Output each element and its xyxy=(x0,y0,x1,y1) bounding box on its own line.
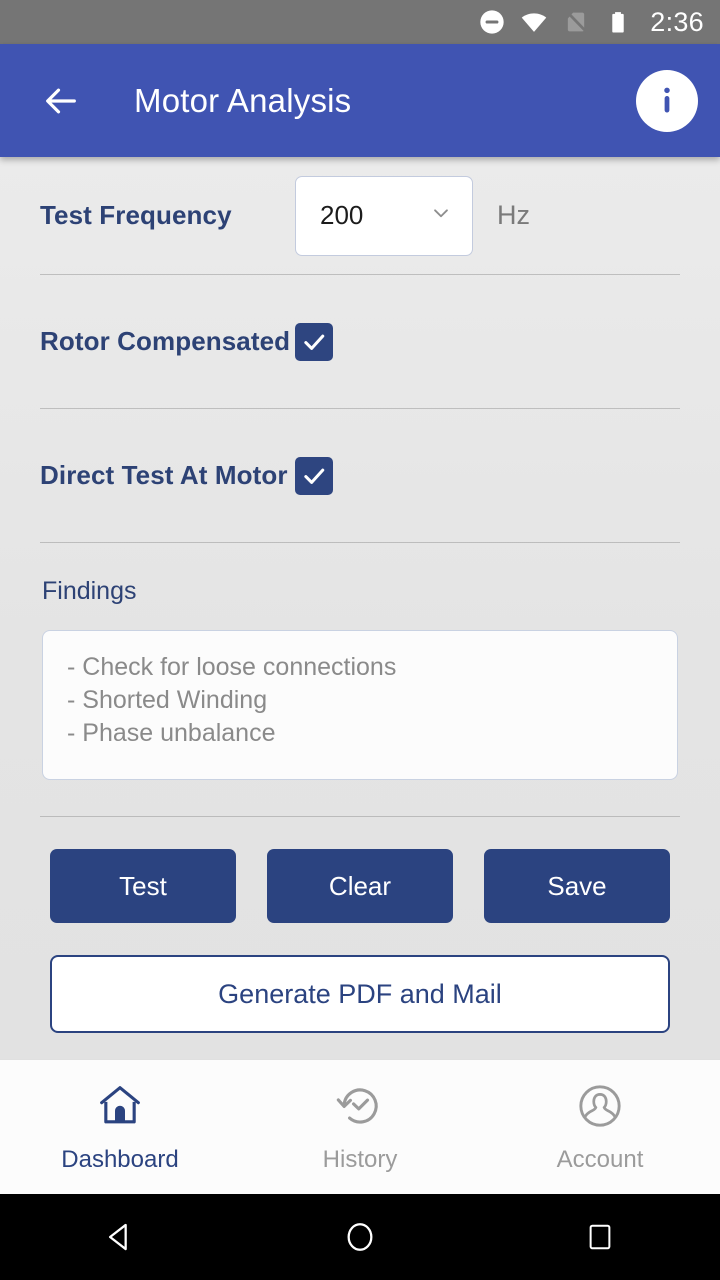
rotor-compensated-checkbox[interactable] xyxy=(295,322,333,361)
form-content: Test Frequency 200 Hz Rotor Compensated xyxy=(0,157,720,1059)
no-sim-icon xyxy=(562,8,590,36)
recents-square-icon xyxy=(589,1224,611,1250)
test-frequency-row: Test Frequency 200 Hz xyxy=(0,157,720,274)
history-icon xyxy=(335,1081,385,1136)
divider-1 xyxy=(40,274,680,275)
account-icon xyxy=(575,1081,625,1136)
wifi-icon xyxy=(520,8,548,36)
test-frequency-label: Test Frequency xyxy=(40,200,232,230)
save-button[interactable]: Save xyxy=(484,849,670,923)
status-bar-clock: 2:36 xyxy=(650,6,704,37)
bottom-navigation: Dashboard History Account xyxy=(0,1059,720,1194)
back-triangle-icon xyxy=(108,1223,127,1251)
findings-line: - Shorted Winding xyxy=(67,686,268,714)
clear-button[interactable]: Clear xyxy=(267,849,453,923)
direct-test-row: Direct Test At Motor xyxy=(0,409,720,542)
findings-line: - Phase unbalance xyxy=(67,719,276,747)
app-bar: Motor Analysis xyxy=(0,44,720,157)
nav-label-history: History xyxy=(322,1145,398,1173)
android-recents-button[interactable] xyxy=(480,1222,720,1252)
direct-test-checkbox[interactable] xyxy=(295,456,333,495)
android-back-button[interactable] xyxy=(0,1220,240,1254)
rotor-compensated-label: Rotor Compensated xyxy=(40,326,291,356)
home-circle-icon xyxy=(347,1223,373,1251)
generate-pdf-and-mail-button[interactable]: Generate PDF and Mail xyxy=(50,955,670,1033)
chevron-down-icon xyxy=(428,200,454,231)
findings-label: Findings xyxy=(42,577,137,605)
nav-item-history[interactable]: History xyxy=(240,1060,480,1194)
divider-3 xyxy=(40,542,680,543)
nav-label-dashboard: Dashboard xyxy=(61,1145,179,1173)
test-frequency-select[interactable]: 200 xyxy=(295,175,473,256)
nav-item-dashboard[interactable]: Dashboard xyxy=(0,1060,240,1194)
page-title: Motor Analysis xyxy=(134,81,352,119)
divider-2 xyxy=(40,408,680,409)
findings-line: - Check for loose connections xyxy=(67,653,397,681)
nav-item-account[interactable]: Account xyxy=(480,1060,720,1194)
info-icon xyxy=(664,87,670,113)
findings-textarea[interactable]: - Check for loose connections - Shorted … xyxy=(42,630,678,780)
info-button[interactable] xyxy=(636,69,698,132)
do-not-disturb-icon xyxy=(478,8,506,36)
battery-icon xyxy=(604,8,632,36)
generate-pdf-wrap: Generate PDF and Mail xyxy=(0,923,720,1033)
check-icon xyxy=(304,334,325,350)
divider-4 xyxy=(40,816,680,817)
back-button[interactable] xyxy=(34,74,88,128)
test-button[interactable]: Test xyxy=(50,849,236,923)
frequency-unit-label: Hz xyxy=(497,200,530,230)
android-navigation-bar xyxy=(0,1194,720,1280)
test-frequency-value: 200 xyxy=(320,200,364,230)
android-home-button[interactable] xyxy=(240,1220,480,1254)
home-icon xyxy=(95,1081,145,1136)
check-icon xyxy=(304,468,325,484)
phone-screen: 2:36 Motor Analysis Test Frequency 200 H… xyxy=(0,0,720,1280)
direct-test-label: Direct Test At Motor xyxy=(40,460,288,490)
status-bar: 2:36 xyxy=(0,0,720,44)
action-button-row: Test Clear Save xyxy=(0,817,720,923)
nav-label-account: Account xyxy=(556,1145,644,1173)
rotor-compensated-row: Rotor Compensated xyxy=(0,275,720,408)
